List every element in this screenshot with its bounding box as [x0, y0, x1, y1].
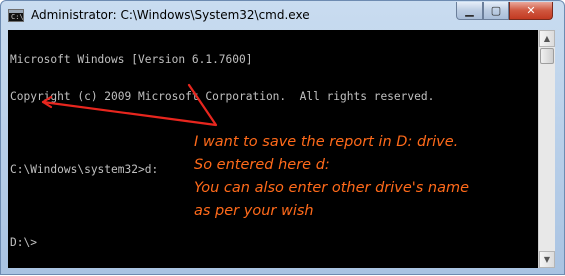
arrow-line — [41, 83, 218, 127]
annotation-line: You can also enter other drive's name — [194, 180, 470, 196]
cmd-window: C:\ Administrator: C:\Windows\System32\c… — [0, 0, 565, 275]
annotation-line: I want to save the report in D: drive. — [194, 134, 459, 150]
annotation-line: So entered here d: — [194, 157, 330, 173]
annotation-text: I want to save the report in D: drive. S… — [194, 131, 469, 223]
annotation-line: as per your wish — [194, 203, 314, 219]
